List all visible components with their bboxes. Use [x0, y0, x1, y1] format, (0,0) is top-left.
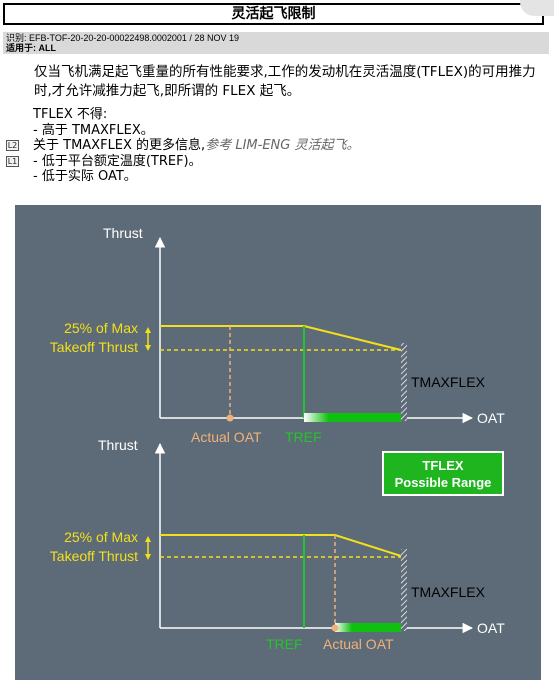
bottom-thrust-line	[160, 534, 402, 557]
rule-text: - 低于实际 OAT。	[33, 169, 137, 184]
bottom-thrust-label-2: Takeoff Thrust	[50, 548, 138, 564]
level-marker-l1: L1	[6, 155, 19, 167]
top-thrust-label-1: 25% of Max	[64, 320, 138, 336]
top-graph: Thrust OAT 25% of Max Takeoff Thrust TMA…	[50, 225, 505, 445]
bottom-tflex-range-bar	[335, 623, 402, 632]
rule-item: - 低于实际 OAT。	[6, 169, 546, 185]
rules-title: TFLEX 不得:	[33, 107, 108, 122]
level-marker-l2: L2	[6, 140, 19, 151]
bottom-tmaxflex-limit	[401, 549, 407, 631]
rules-block: TFLEX 不得: - 高于 TMAXFLEX。 L2 关于 TMAXFLEX …	[6, 107, 546, 185]
bottom-actual-oat-label: Actual OAT	[323, 636, 394, 652]
page-title-text: 灵活起飞限制	[231, 6, 316, 22]
tflex-box-line1: TFLEX	[422, 458, 463, 473]
bottom-thrust-range-icon	[145, 536, 151, 560]
flex-thrust-diagram: Thrust OAT 25% of Max Takeoff Thrust TMA…	[15, 205, 541, 680]
rule-text: - 高于 TMAXFLEX。	[33, 122, 154, 138]
rule-text: 关于 TMAXFLEX 的更多信息,	[33, 138, 206, 153]
bottom-x-axis-label: OAT	[477, 620, 505, 636]
top-actual-oat-point	[226, 414, 234, 422]
top-tref-label: TREF	[285, 429, 322, 445]
diagram-svg: Thrust OAT 25% of Max Takeoff Thrust TMA…	[50, 225, 505, 652]
meta-bar: 识别: EFB-TOF-20-20-20-00022498.0002001 / …	[3, 32, 549, 54]
tflex-box-line2: Possible Range	[395, 475, 492, 490]
rule-text: - 低于平台额定温度(TREF)。	[33, 153, 202, 169]
top-thrust-line	[160, 325, 402, 351]
bottom-actual-oat-point	[331, 624, 339, 632]
rule-item: - 高于 TMAXFLEX。	[6, 123, 546, 139]
top-actual-oat-label: Actual OAT	[191, 429, 262, 445]
rule-item: L2 关于 TMAXFLEX 的更多信息,参考 LIM-ENG 灵活起飞。	[6, 138, 546, 154]
top-thrust-range-icon	[145, 327, 151, 351]
tflex-range-box: TFLEX Possible Range	[382, 451, 504, 496]
rule-reference-link[interactable]: 参考 LIM-ENG 灵活起飞。	[205, 138, 359, 153]
page-title: 灵活起飞限制	[3, 3, 544, 25]
bottom-tmaxflex-label: TMAXFLEX	[411, 584, 486, 600]
top-tmaxflex-limit	[401, 343, 407, 421]
bottom-y-axis-label: Thrust	[98, 437, 138, 453]
applies-text: 适用于: ALL	[6, 43, 56, 53]
top-y-axis-label: Thrust	[103, 225, 143, 241]
bottom-tref-label: TREF	[266, 636, 303, 652]
bottom-thrust-label-1: 25% of Max	[64, 529, 138, 545]
ident-text: 识别: EFB-TOF-20-20-20-00022498.0002001 / …	[6, 33, 239, 43]
intro-paragraph: 仅当飞机满足起飞重量的所有性能要求,工作的发动机在灵活温度(TFLEX)的可用推…	[34, 64, 536, 99]
top-tmaxflex-label: TMAXFLEX	[411, 374, 486, 390]
rule-item: L1 - 低于平台额定温度(TREF)。	[6, 154, 546, 170]
top-thrust-label-2: Takeoff Thrust	[50, 339, 138, 355]
top-x-axis-label: OAT	[477, 410, 505, 426]
top-tflex-range-bar	[304, 413, 402, 422]
